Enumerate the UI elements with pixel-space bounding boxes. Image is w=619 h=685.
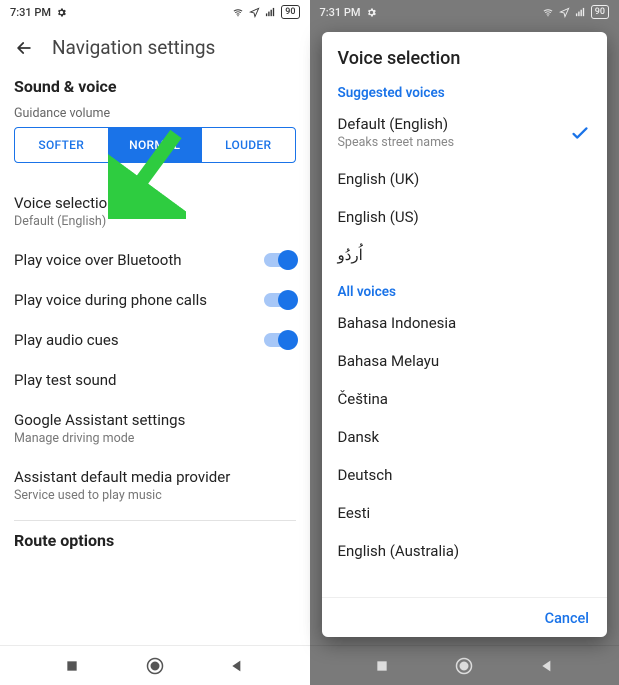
voice-option[interactable]: English (Australia) bbox=[322, 532, 608, 570]
voice-option[interactable]: Dansk bbox=[322, 418, 608, 456]
location-icon bbox=[249, 7, 260, 18]
nav-bar bbox=[0, 645, 310, 685]
app-header: Navigation settings bbox=[0, 24, 310, 69]
back-icon[interactable] bbox=[14, 38, 34, 58]
voice-selection-dialog: Voice selection Suggested voices Default… bbox=[322, 32, 608, 637]
during-calls-row[interactable]: Play voice during phone calls bbox=[14, 280, 296, 320]
nav-bar bbox=[310, 645, 619, 685]
bluetooth-title: Play voice over Bluetooth bbox=[14, 251, 182, 269]
location-icon bbox=[559, 7, 570, 18]
signal-icon bbox=[264, 7, 277, 18]
voice-option[interactable]: Eesti bbox=[322, 494, 608, 532]
nav-home-icon[interactable] bbox=[145, 656, 165, 676]
voice-option-en-uk[interactable]: English (UK) bbox=[322, 160, 608, 198]
nav-recent-icon[interactable] bbox=[374, 658, 390, 674]
phone-left: 7:31 PM 90 Navigation settings Sound & v… bbox=[0, 0, 310, 685]
nav-back-icon[interactable] bbox=[229, 658, 245, 674]
bluetooth-switch[interactable] bbox=[264, 253, 296, 267]
status-time: 7:31 PM bbox=[320, 6, 361, 19]
page-title: Navigation settings bbox=[52, 36, 215, 59]
section-sound-voice: Sound & voice bbox=[14, 77, 296, 96]
voice-option[interactable]: Bahasa Indonesia bbox=[322, 304, 608, 342]
gear-icon bbox=[366, 7, 377, 18]
assistant-subtitle: Manage driving mode bbox=[14, 431, 185, 446]
signal-icon bbox=[574, 7, 587, 18]
scroll-fade bbox=[322, 569, 608, 597]
nav-home-icon[interactable] bbox=[454, 656, 474, 676]
phone-right: 7:31 PM 90 Voice selection Suggested voi… bbox=[310, 0, 619, 685]
test-sound-row[interactable]: Play test sound bbox=[14, 360, 296, 400]
media-provider-subtitle: Service used to play music bbox=[14, 488, 230, 503]
voice-option-default[interactable]: Default (English) Speaks street names bbox=[322, 105, 608, 160]
during-calls-switch[interactable] bbox=[264, 293, 296, 307]
voice-selection-title: Voice selection bbox=[14, 194, 115, 212]
dialog-title: Voice selection bbox=[338, 48, 592, 69]
section-route-options: Route options bbox=[14, 531, 296, 550]
voice-option[interactable]: Bahasa Melayu bbox=[322, 342, 608, 380]
wifi-icon bbox=[541, 7, 555, 18]
media-provider-row[interactable]: Assistant default media provider Service… bbox=[14, 457, 296, 514]
volume-louder-button[interactable]: LOUDER bbox=[201, 128, 295, 162]
cancel-button[interactable]: Cancel bbox=[545, 610, 589, 627]
audio-cues-row[interactable]: Play audio cues bbox=[14, 320, 296, 360]
voice-selection-row[interactable]: Voice selection Default (English) bbox=[14, 183, 296, 240]
voice-option[interactable]: Čeština bbox=[322, 380, 608, 418]
during-calls-title: Play voice during phone calls bbox=[14, 291, 207, 309]
battery-indicator: 90 bbox=[281, 5, 299, 19]
test-sound-title: Play test sound bbox=[14, 371, 117, 389]
settings-content: Sound & voice Guidance volume SOFTER NOR… bbox=[0, 69, 310, 645]
gear-icon bbox=[56, 7, 67, 18]
status-bar: 7:31 PM 90 bbox=[0, 0, 310, 24]
check-icon bbox=[569, 122, 591, 144]
volume-softer-button[interactable]: SOFTER bbox=[15, 128, 108, 162]
nav-back-icon[interactable] bbox=[539, 658, 555, 674]
bluetooth-row[interactable]: Play voice over Bluetooth bbox=[14, 240, 296, 280]
guidance-volume-label: Guidance volume bbox=[14, 106, 296, 121]
wifi-icon bbox=[231, 7, 245, 18]
voice-option-en-us[interactable]: English (US) bbox=[322, 198, 608, 236]
status-bar: 7:31 PM 90 bbox=[310, 0, 619, 24]
status-time: 7:31 PM bbox=[10, 6, 51, 19]
audio-cues-switch[interactable] bbox=[264, 333, 296, 347]
voice-list[interactable]: Suggested voices Default (English) Speak… bbox=[322, 75, 608, 597]
media-provider-title: Assistant default media provider bbox=[14, 468, 230, 486]
suggested-voices-header: Suggested voices bbox=[322, 75, 608, 105]
voice-option-urdu[interactable]: اُردُو bbox=[322, 236, 608, 274]
voice-option[interactable]: Deutsch bbox=[322, 456, 608, 494]
guidance-volume-selector: SOFTER NORMAL LOUDER bbox=[14, 127, 296, 163]
nav-recent-icon[interactable] bbox=[64, 658, 80, 674]
assistant-settings-row[interactable]: Google Assistant settings Manage driving… bbox=[14, 400, 296, 457]
assistant-title: Google Assistant settings bbox=[14, 411, 185, 429]
divider bbox=[14, 520, 296, 521]
all-voices-header: All voices bbox=[322, 274, 608, 304]
voice-selection-subtitle: Default (English) bbox=[14, 214, 115, 229]
volume-normal-button[interactable]: NORMAL bbox=[108, 128, 202, 162]
battery-indicator: 90 bbox=[591, 5, 609, 19]
audio-cues-title: Play audio cues bbox=[14, 331, 119, 349]
